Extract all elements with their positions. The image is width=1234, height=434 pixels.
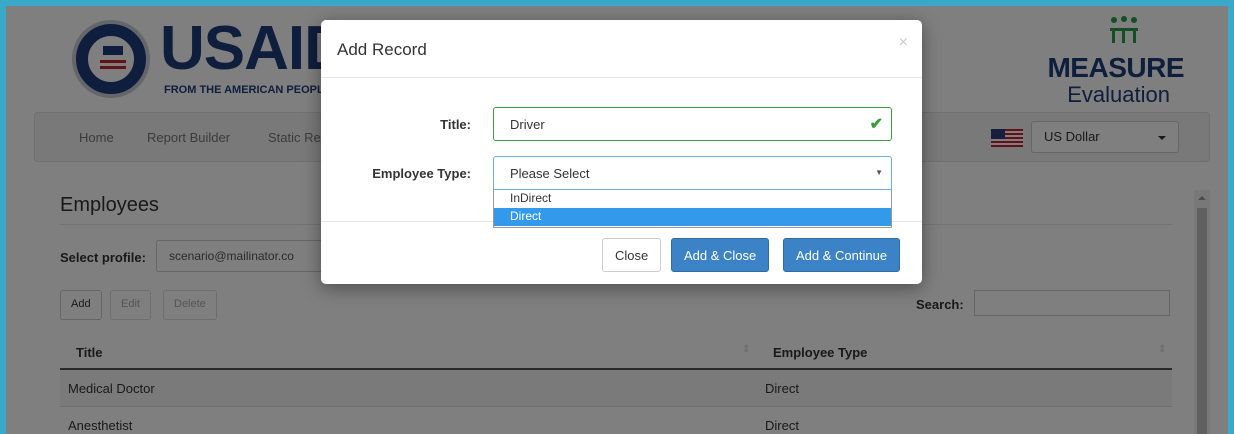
modal-footer: Close Add & Close Add & Continue — [321, 221, 922, 284]
add-continue-button[interactable]: Add & Continue — [783, 238, 901, 272]
app-frame: USAID FROM THE AMERICAN PEOPLE MEASURE E… — [6, 6, 1228, 434]
caret-down-icon: ▼ — [875, 168, 883, 177]
close-icon[interactable]: × — [899, 34, 908, 52]
employee-type-dropdown: InDirect Direct — [493, 190, 892, 228]
close-button[interactable]: Close — [602, 238, 662, 272]
dropdown-option-direct[interactable]: Direct — [494, 208, 891, 226]
page: USAID FROM THE AMERICAN PEOPLE MEASURE E… — [6, 6, 1228, 434]
checkmark-icon: ✔ — [869, 116, 883, 133]
modal-header: Add Record × — [321, 20, 922, 78]
title-input-value: Driver — [510, 117, 545, 132]
employee-type-label: Employee Type: — [372, 166, 471, 181]
dropdown-option-indirect[interactable]: InDirect — [494, 190, 891, 208]
employee-type-select[interactable]: Please Select ▼ — [493, 156, 892, 190]
title-input[interactable]: Driver ✔ — [493, 107, 892, 141]
employee-type-value: Please Select — [510, 166, 590, 181]
add-record-dialog: Add Record × Title: Driver ✔ Employee Ty… — [321, 20, 922, 284]
modal-title: Add Record — [337, 40, 427, 59]
add-close-button[interactable]: Add & Close — [671, 238, 770, 272]
title-label: Title: — [440, 117, 471, 132]
